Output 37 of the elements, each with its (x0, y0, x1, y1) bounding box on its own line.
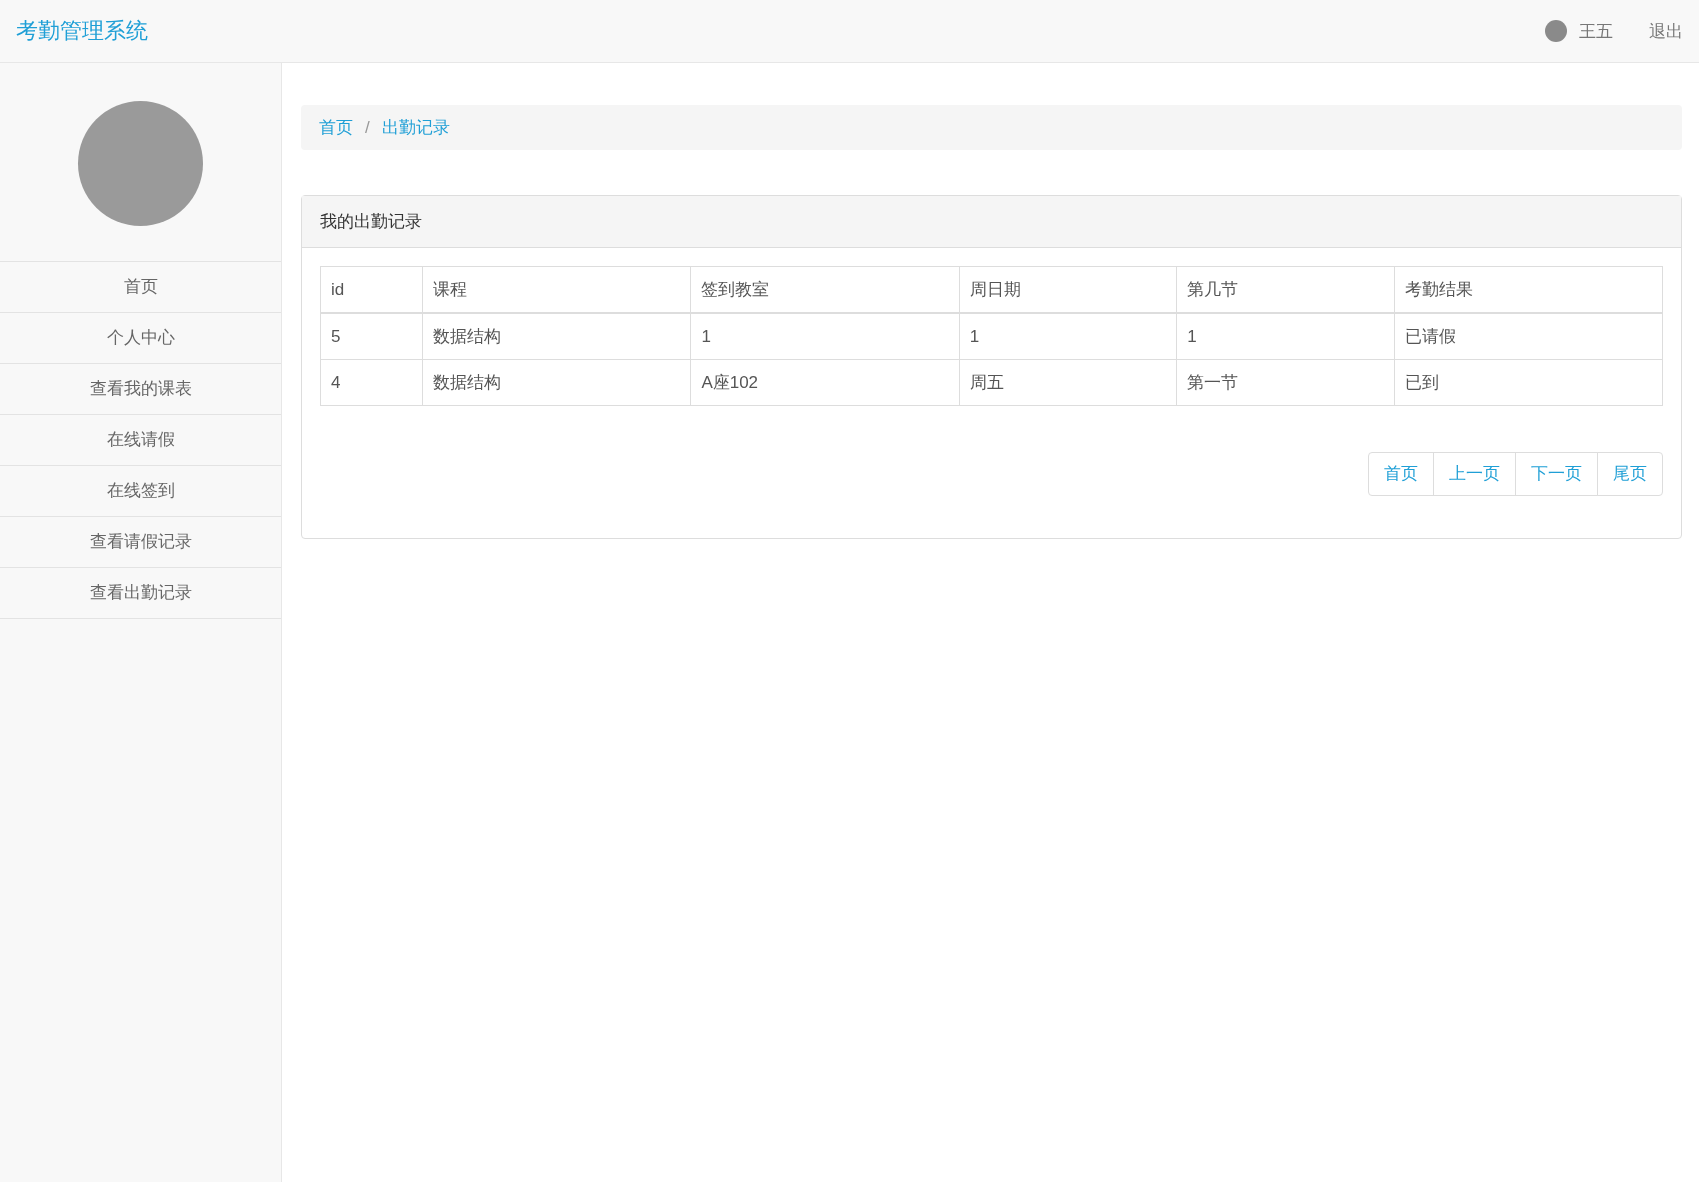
pagination-button[interactable]: 下一页 (1515, 452, 1598, 496)
breadcrumb-link[interactable]: 首页 (319, 116, 353, 139)
table-cell: 5 (320, 313, 423, 360)
sidebar-item[interactable]: 查看出勤记录 (0, 568, 281, 618)
pagination-button[interactable]: 上一页 (1433, 452, 1516, 496)
sidebar-item[interactable]: 首页 (0, 262, 281, 312)
column-header: 周日期 (959, 266, 1177, 313)
pagination-button[interactable]: 首页 (1368, 452, 1434, 496)
table-cell: 数据结构 (422, 313, 691, 360)
logout-link[interactable]: 退出 (1649, 19, 1683, 43)
sidebar-item[interactable]: 查看请假记录 (0, 517, 281, 567)
sidebar-item[interactable]: 个人中心 (0, 313, 281, 363)
breadcrumb-separator: / (364, 117, 371, 138)
breadcrumb-link[interactable]: 出勤记录 (381, 116, 450, 139)
table-cell: 1 (690, 313, 960, 360)
table-cell: 第一节 (1176, 359, 1395, 406)
column-header: 第几节 (1176, 266, 1395, 313)
sidebar-item[interactable]: 在线签到 (0, 466, 281, 516)
table-cell: 1 (959, 313, 1177, 360)
user-avatar (1545, 20, 1567, 42)
app-title[interactable]: 考勤管理系统 (16, 16, 1545, 46)
column-header: 签到教室 (690, 266, 960, 313)
table-cell: 4 (320, 359, 423, 406)
user-name[interactable]: 王五 (1579, 19, 1613, 43)
table-cell: 已请假 (1394, 313, 1663, 360)
sidebar-item[interactable]: 在线请假 (0, 415, 281, 465)
column-header: id (320, 266, 423, 313)
pagination-button[interactable]: 尾页 (1597, 452, 1663, 496)
table-cell: 已到 (1394, 359, 1663, 406)
column-header: 课程 (422, 266, 691, 313)
sidebar-item[interactable]: 查看我的课表 (0, 364, 281, 414)
table-cell: A座102 (690, 359, 960, 406)
table-cell: 数据结构 (422, 359, 691, 406)
panel-title: 我的出勤记录 (302, 196, 1681, 248)
column-header: 考勤结果 (1394, 266, 1663, 313)
table-cell: 1 (1176, 313, 1395, 360)
table-cell: 周五 (959, 359, 1177, 406)
